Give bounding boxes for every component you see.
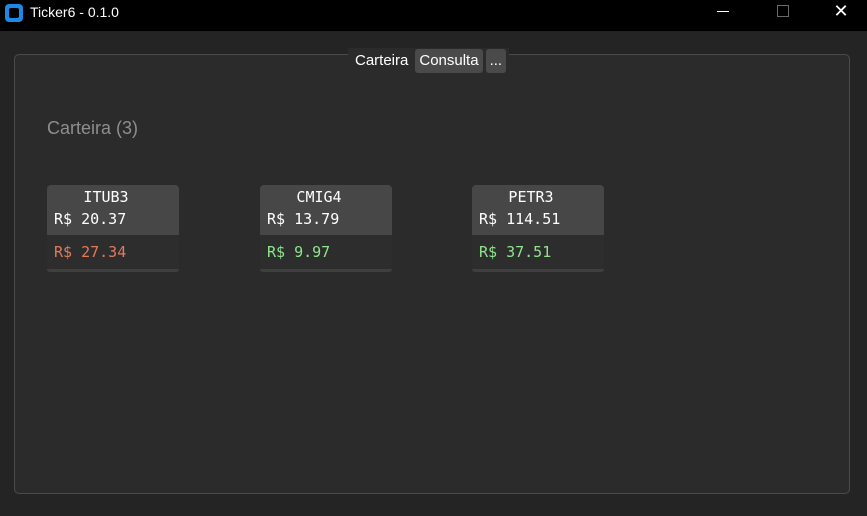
card-price: R$ 13.79 [267,210,340,228]
card-ticker: ITUB3 [83,188,129,206]
close-icon: ✕ [833,1,849,22]
section-title: Carteira (3) [47,118,139,138]
card-header: ITUB3 R$ 20.37 [47,185,179,235]
tab-more[interactable]: ... [485,49,507,73]
card-price: R$ 114.51 [479,210,561,228]
card-header: CMIG4 R$ 13.79 [260,185,392,235]
maximize-button[interactable] [760,0,806,31]
card-ticker: PETR3 [508,188,554,206]
main-panel [14,54,850,494]
tab-consulta[interactable]: Consulta [415,49,483,73]
card-footer: R$ 27.34 [47,235,179,272]
title-bar: Ticker6 - 0.1.0 ✕ [0,0,867,31]
stock-card-cmig4[interactable]: CMIG4 R$ 13.79 R$ 9.97 [260,185,392,273]
card-delta: R$ 27.34 [54,243,127,261]
card-delta: R$ 9.97 [267,243,331,261]
app-icon [5,4,23,22]
tab-carteira[interactable]: Carteira [351,49,412,73]
card-ticker: CMIG4 [296,188,342,206]
stock-card-itub3[interactable]: ITUB3 R$ 20.37 R$ 27.34 [47,185,179,273]
card-delta: R$ 37.51 [479,243,552,261]
maximize-icon [777,4,789,17]
window-title: Ticker6 - 0.1.0 [30,4,119,20]
stock-card-petr3[interactable]: PETR3 R$ 114.51 R$ 37.51 [472,185,604,273]
minimize-button[interactable] [700,0,746,31]
minimize-icon [717,11,729,12]
tab-bar: Carteira Consulta ... [348,48,510,74]
close-button[interactable]: ✕ [818,0,864,31]
card-footer: R$ 9.97 [260,235,392,272]
card-footer: R$ 37.51 [472,235,604,272]
card-price: R$ 20.37 [54,210,127,228]
card-header: PETR3 R$ 114.51 [472,185,604,235]
